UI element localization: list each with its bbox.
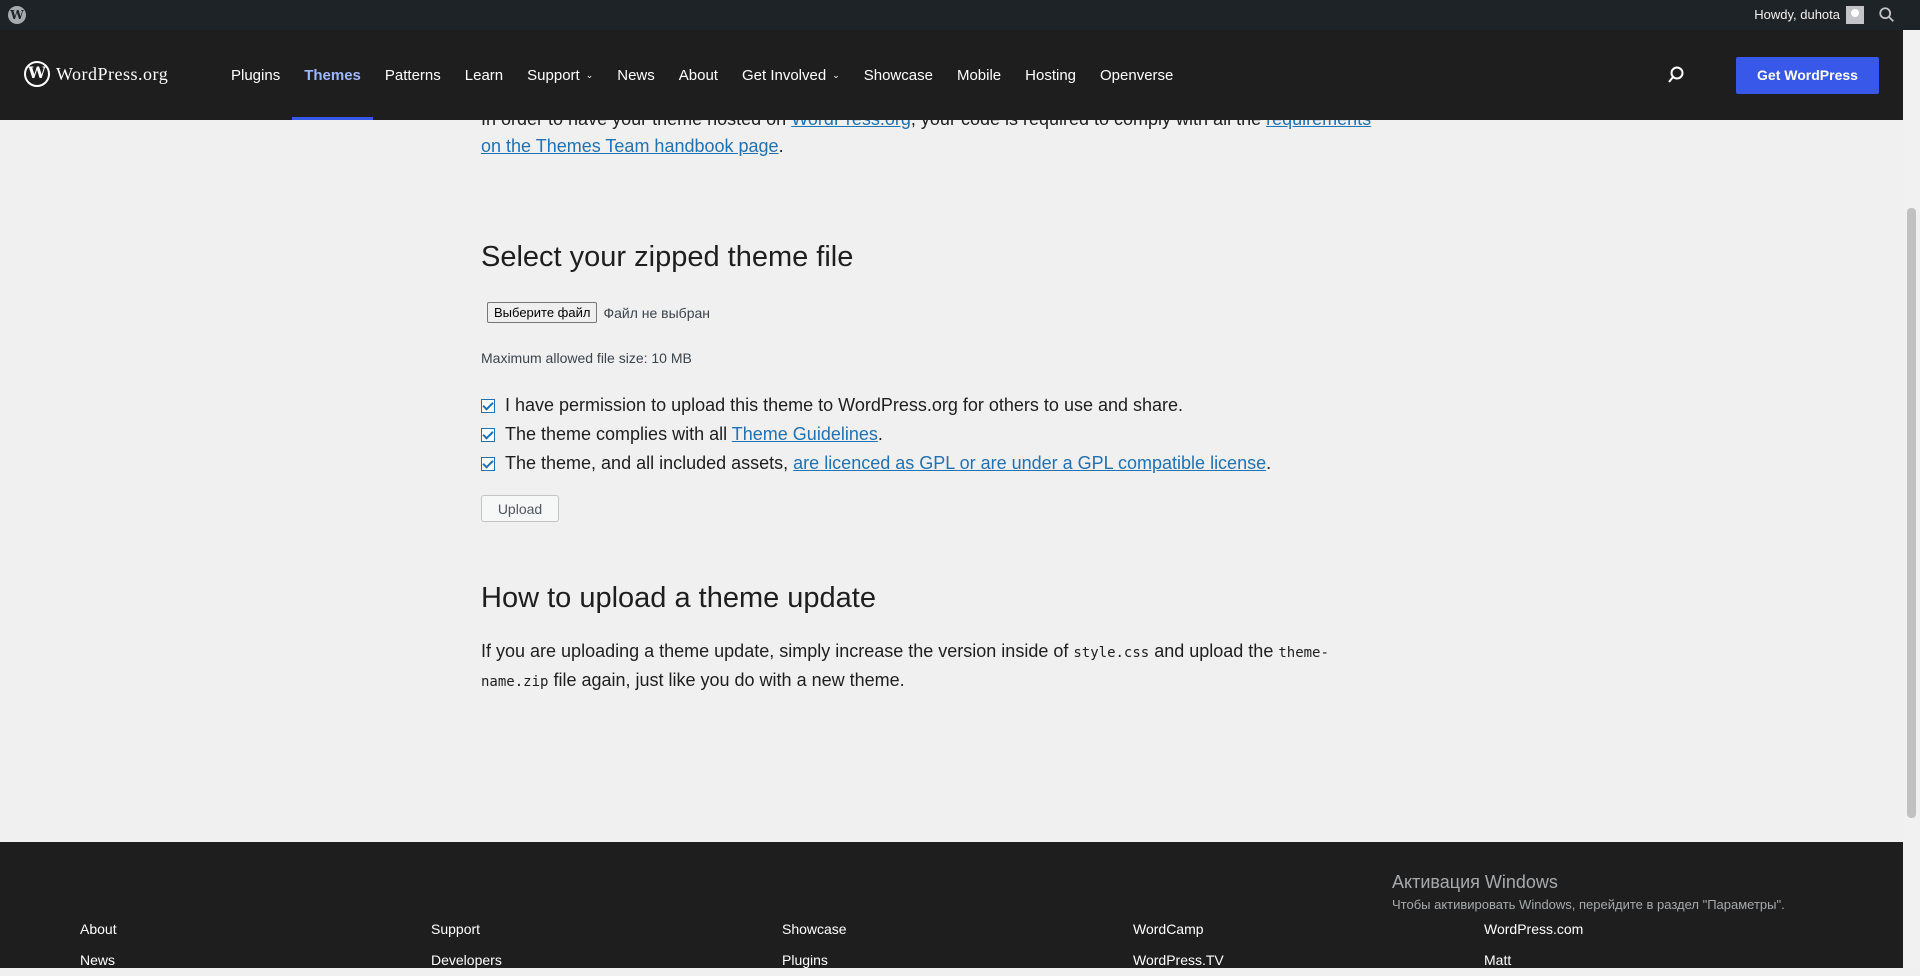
intro-text: . xyxy=(778,136,784,156)
global-header: W WordPress.org Plugins Themes Patterns … xyxy=(0,30,1903,120)
footer-link-news[interactable]: News xyxy=(80,945,117,976)
file-status: Файл не выбран xyxy=(603,304,711,321)
nav-item-mobile[interactable]: Mobile xyxy=(945,30,1013,120)
nav-label: Hosting xyxy=(1025,66,1076,84)
nav-label: Showcase xyxy=(863,66,933,84)
chevron-down-icon: ⌄ xyxy=(585,69,594,80)
chevron-down-icon: ⌄ xyxy=(832,69,840,80)
footer-link-wordcamp[interactable]: WordCamp xyxy=(1133,914,1224,945)
intro-paragraph: In order to have your theme hosted on Wo… xyxy=(481,120,1396,160)
guidelines-checkbox[interactable] xyxy=(481,427,495,442)
watermark-title: Активация Windows xyxy=(1392,872,1558,892)
nav-label: Learn xyxy=(464,66,504,84)
admin-greeting[interactable]: Howdy, duhota xyxy=(1754,0,1840,30)
permission-checkbox[interactable] xyxy=(481,398,495,413)
avatar[interactable] xyxy=(1846,6,1864,24)
check-label-text: . xyxy=(1266,453,1272,473)
select-file-heading: Select your zipped theme file xyxy=(481,241,854,273)
nav-label: About xyxy=(678,66,718,84)
footer-column-3: Showcase Plugins xyxy=(782,914,847,976)
theme-guidelines-link[interactable]: Theme Guidelines xyxy=(732,424,878,444)
nav-item-patterns[interactable]: Patterns xyxy=(373,30,453,120)
windows-activation-watermark: Активация Windows Чтобы активировать Win… xyxy=(1392,872,1785,912)
main-content: In order to have your theme hosted on Wo… xyxy=(0,120,1903,842)
upload-button[interactable]: Upload xyxy=(481,495,559,522)
nav-item-learn[interactable]: Learn xyxy=(453,30,515,120)
page-scrollbar[interactable] xyxy=(1903,30,1920,968)
nav-item-hosting[interactable]: Hosting xyxy=(1013,30,1088,120)
update-heading: How to upload a theme update xyxy=(481,582,876,614)
site-logo[interactable]: W WordPress.org xyxy=(24,61,168,87)
nav-label: Mobile xyxy=(956,66,1002,84)
footer-column-4: WordCamp WordPress.TV xyxy=(1133,914,1224,976)
footer-column-5: WordPress.com Matt xyxy=(1484,914,1583,976)
nav-label: Plugins xyxy=(231,66,281,84)
nav-item-plugins[interactable]: Plugins xyxy=(219,30,292,120)
main-nav: Plugins Themes Patterns Learn Support ⌄ N… xyxy=(219,30,1185,120)
get-wordpress-button[interactable]: Get WordPress xyxy=(1736,57,1879,94)
nav-label: News xyxy=(617,66,655,84)
choose-file-button[interactable]: Выберите файл xyxy=(487,302,598,323)
footer-link-wordpress-com[interactable]: WordPress.com xyxy=(1484,914,1583,945)
gpl-license-link[interactable]: are licenced as GPL or are under a GPL c… xyxy=(793,453,1266,473)
nav-label: Patterns xyxy=(384,66,441,84)
update-text: and upload the xyxy=(1149,641,1279,661)
nav-item-themes[interactable]: Themes xyxy=(292,30,373,120)
update-text: file again, just like you do with a new … xyxy=(548,670,905,690)
nav-item-get-involved[interactable]: Get Involved ⌄ xyxy=(730,30,852,120)
nav-item-openverse[interactable]: Openverse xyxy=(1088,30,1185,120)
check-license: The theme, and all included assets, are … xyxy=(481,449,1271,478)
max-file-size: Maximum allowed file size: 10 MB xyxy=(481,350,692,366)
wordpress-logo-icon[interactable]: W xyxy=(8,6,26,24)
check-label: The theme, and all included assets, are … xyxy=(505,453,1271,474)
scrollbar-thumb[interactable] xyxy=(1907,208,1916,818)
footer-link-developers[interactable]: Developers xyxy=(431,945,502,976)
footer-link-wordpress-tv[interactable]: WordPress.TV xyxy=(1133,945,1224,976)
nav-item-about[interactable]: About xyxy=(667,30,730,120)
search-icon[interactable] xyxy=(1666,65,1686,85)
check-permission: I have permission to upload this theme t… xyxy=(481,391,1271,420)
watermark-subtitle: Чтобы активировать Windows, перейдите в … xyxy=(1392,897,1785,912)
check-label: The theme complies with all Theme Guidel… xyxy=(505,424,883,445)
check-label-text: . xyxy=(877,424,883,444)
check-label-text: The theme complies with all xyxy=(505,424,732,444)
nav-item-news[interactable]: News xyxy=(605,30,667,120)
check-label-text: The theme, and all included assets, xyxy=(505,453,794,473)
wordpress-org-link[interactable]: WordPress.org xyxy=(791,120,911,129)
intro-text: , your code is required to comply with a… xyxy=(911,120,1266,129)
style-css-code: style.css xyxy=(1073,645,1150,661)
check-guidelines: The theme complies with all Theme Guidel… xyxy=(481,420,1271,449)
file-input[interactable]: Выберите файл Файл не выбран xyxy=(487,302,710,323)
footer-link-support[interactable]: Support xyxy=(431,914,502,945)
footer-column-1: About News xyxy=(80,914,117,976)
footer-column-2: Support Developers xyxy=(431,914,502,976)
license-checkbox[interactable] xyxy=(481,456,495,471)
intro-text: In order to have your theme hosted on xyxy=(481,120,791,129)
footer-link-about[interactable]: About xyxy=(80,914,117,945)
nav-label: Get Involved xyxy=(741,66,827,84)
update-text: If you are uploading a theme update, sim… xyxy=(481,641,1074,661)
logo-wordmark: WordPress.org xyxy=(56,63,169,84)
footer-link-plugins[interactable]: Plugins xyxy=(782,945,847,976)
nav-label: Openverse xyxy=(1100,66,1174,84)
search-icon[interactable] xyxy=(1878,6,1896,24)
check-label: I have permission to upload this theme t… xyxy=(505,395,1184,415)
footer-link-showcase[interactable]: Showcase xyxy=(782,914,847,945)
nav-item-support[interactable]: Support ⌄ xyxy=(515,30,605,120)
update-paragraph: If you are uploading a theme update, sim… xyxy=(481,638,1396,696)
footer-link-matt[interactable]: Matt xyxy=(1484,945,1583,976)
nav-label: Support xyxy=(527,66,580,84)
nav-label: Themes xyxy=(304,66,361,84)
admin-bar: W Howdy, duhota xyxy=(0,0,1920,30)
wordpress-logo-icon: W xyxy=(24,61,50,87)
nav-item-showcase[interactable]: Showcase xyxy=(852,30,945,120)
upload-checklist: I have permission to upload this theme t… xyxy=(481,391,1271,478)
